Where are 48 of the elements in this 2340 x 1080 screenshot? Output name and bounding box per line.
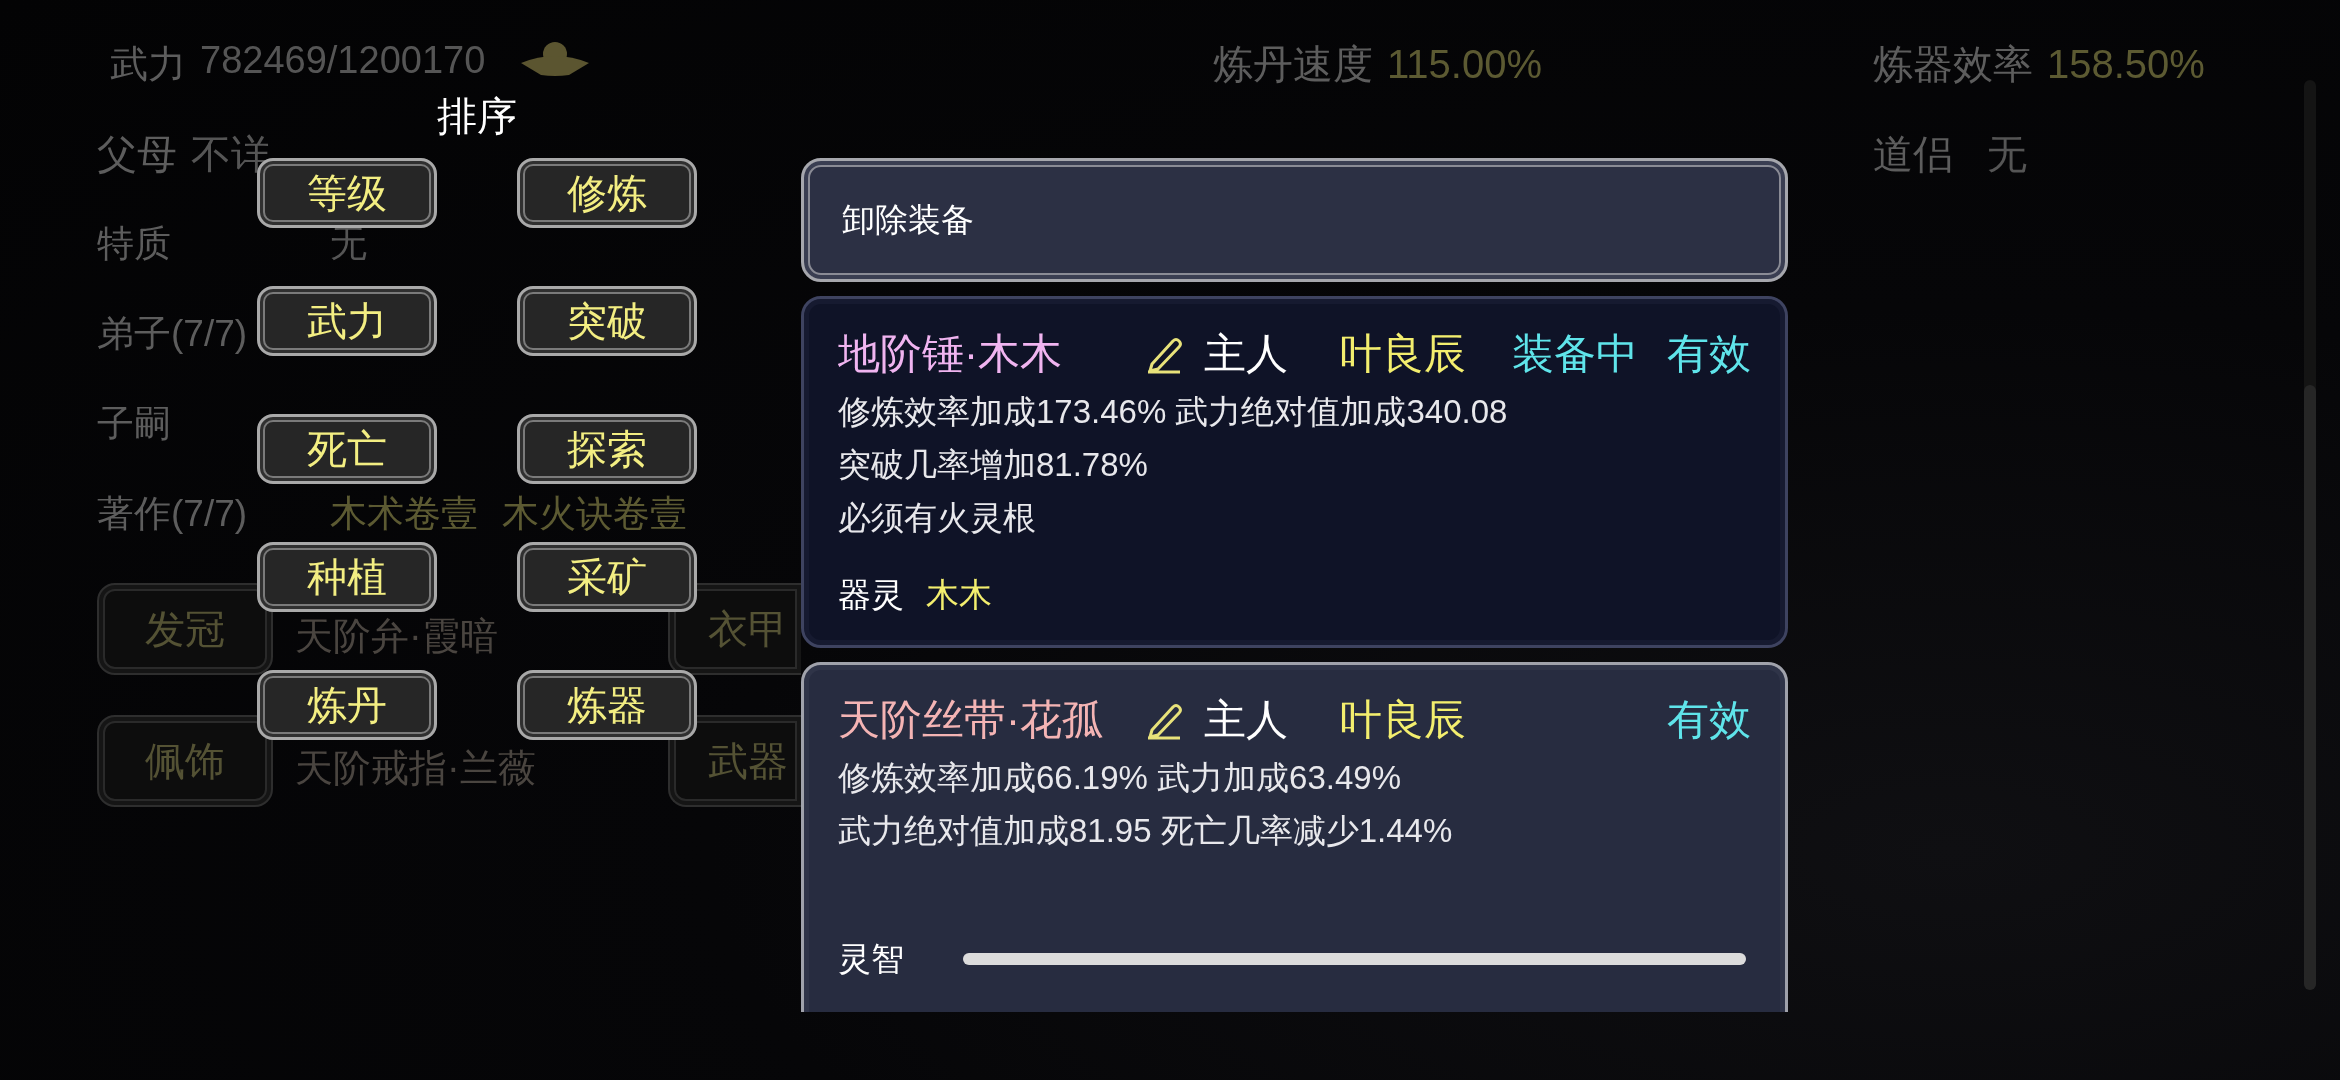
- stat-label: 炼丹速度: [1213, 40, 1373, 88]
- sort-button[interactable]: 种植: [257, 542, 437, 612]
- sort-button[interactable]: 修炼: [517, 158, 697, 228]
- spirit-label: 器灵: [838, 574, 904, 615]
- spirit-label: 灵智: [838, 938, 904, 979]
- sort-button[interactable]: 炼丹: [257, 670, 437, 740]
- valid-status: 有效: [1667, 329, 1751, 379]
- spirit-name: 木木: [926, 574, 992, 615]
- effect-text: 必须有火灵根: [838, 498, 1037, 538]
- stat-value: 158.50%: [2047, 41, 2205, 87]
- equipped-item-name: 天阶弁·霞暗: [295, 613, 498, 659]
- stat-label: 道侣: [1873, 130, 1953, 178]
- attribute-label: 子嗣: [97, 402, 171, 446]
- sort-button[interactable]: 炼器: [517, 670, 697, 740]
- effect-text: 修炼效率加成173.46% 武力绝对值加成340.08: [838, 392, 1509, 432]
- effect-text: 修炼效率加成66.19% 武力加成63.49%: [838, 758, 1402, 798]
- attribute-label: 著作(7/7): [97, 492, 248, 536]
- attribute-value: 木术卷壹: [330, 492, 478, 536]
- equipped-status: 装备中: [1512, 329, 1638, 379]
- attribute-label: 父母: [97, 130, 177, 178]
- sort-button[interactable]: 探索: [517, 414, 697, 484]
- attribute-value: 782469/1200170: [200, 39, 486, 82]
- owner-name: 叶良辰: [1340, 329, 1466, 379]
- attribute-label: 武力: [110, 42, 186, 87]
- equipped-item-name: 天阶戒指·兰薇: [295, 745, 536, 791]
- attribute-label: 弟子(7/7): [97, 312, 248, 356]
- item-name: 地阶锤·木木: [838, 329, 1063, 379]
- menu-title: 排序: [437, 94, 517, 138]
- effect-text: 突破几率增加81.78%: [838, 445, 1149, 485]
- unequip-button[interactable]: 卸除装备: [801, 158, 1788, 282]
- owner-name: 叶良辰: [1340, 695, 1466, 745]
- sort-button[interactable]: 突破: [517, 286, 697, 356]
- sort-button[interactable]: 采矿: [517, 542, 697, 612]
- valid-status: 有效: [1667, 695, 1751, 745]
- effect-text: 武力绝对值加成81.95 死亡几率减少1.44%: [838, 811, 1454, 851]
- stat-value: 115.00%: [1387, 41, 1542, 87]
- stat-label: 炼器效率: [1873, 40, 2033, 88]
- item-card[interactable]: 天阶丝带·花孤 主人 叶良辰 有效 修炼效率加成66.19% 武力加成63.49% 武力绝对值加成81.95 死亡几率减少1.44% 灵智: [801, 662, 1788, 1012]
- sort-button[interactable]: 武力: [257, 286, 437, 356]
- attribute-label: 特质: [97, 222, 171, 266]
- item-card[interactable]: 地阶锤·木木 主人 叶良辰 装备中 有效 修炼效率加成173.46% 武力绝对值加成340.08 突破几率增加81.78% 必须有火灵根 器灵 木木: [801, 296, 1788, 648]
- owner-label: 主人: [1204, 329, 1288, 379]
- item-name: 天阶丝带·花孤: [838, 695, 1105, 745]
- sort-button[interactable]: 死亡: [257, 414, 437, 484]
- owner-label: 主人: [1204, 695, 1288, 745]
- scrollbar[interactable]: [2304, 80, 2316, 990]
- stat-value: 无: [1987, 130, 2027, 178]
- attribute-value: 木火诀卷壹: [502, 492, 687, 536]
